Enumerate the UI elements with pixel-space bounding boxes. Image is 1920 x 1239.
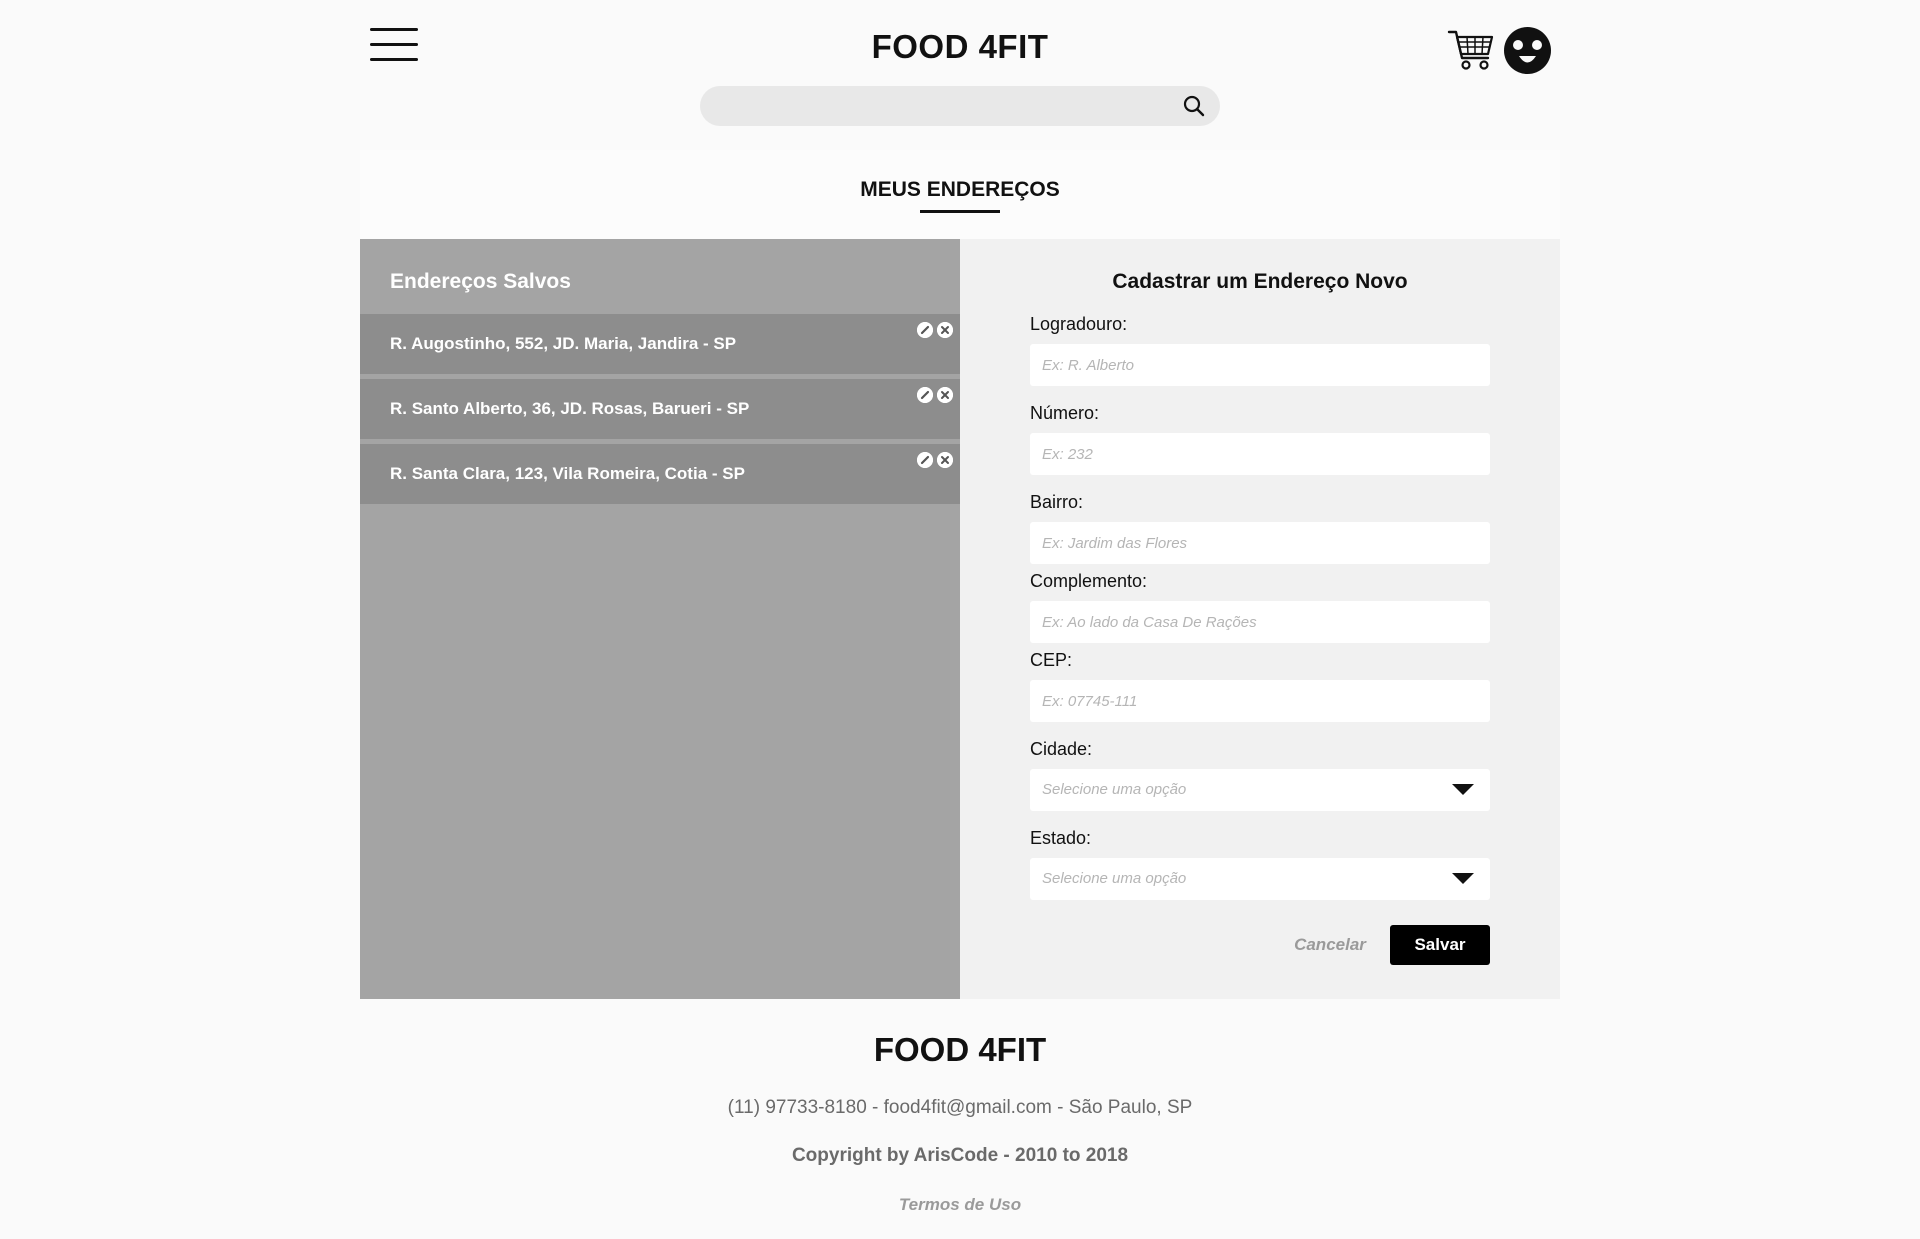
edit-icon[interactable] xyxy=(917,452,933,468)
numero-label: Número: xyxy=(1030,403,1100,423)
cidade-select[interactable]: Selecione uma opção xyxy=(1030,769,1490,811)
terms-link[interactable]: Termos de Uso xyxy=(0,1195,1920,1215)
cart-icon[interactable] xyxy=(1447,28,1495,72)
footer-copyright: Copyright by ArisCode - 2010 to 2018 xyxy=(791,1145,1129,1166)
numero-input[interactable] xyxy=(1030,433,1490,475)
address-text: R. Santo Alberto, 36, JD. Rosas, Barueri… xyxy=(390,399,750,418)
search-icon[interactable] xyxy=(1182,94,1206,118)
saved-addresses-panel: Endereços Salvos R. Augostinho, 552, JD.… xyxy=(360,239,960,999)
complemento-input[interactable] xyxy=(1030,601,1490,643)
footer-contact: (11) 97733-8180 - food4fit@gmail.com - S… xyxy=(727,1097,1193,1118)
address-text: R. Augostinho, 552, JD. Maria, Jandira -… xyxy=(390,334,737,353)
address-item[interactable]: R. Santa Clara, 123, Vila Romeira, Cotia… xyxy=(360,444,960,504)
bairro-label: Bairro: xyxy=(1030,492,1084,512)
address-text: R. Santa Clara, 123, Vila Romeira, Cotia… xyxy=(390,464,745,483)
complemento-label: Complemento: xyxy=(1030,571,1148,591)
avatar-icon[interactable] xyxy=(1504,27,1551,74)
chevron-down-icon xyxy=(1452,873,1474,884)
new-address-form: Cadastrar um Endereço Novo Logradouro: N… xyxy=(960,239,1560,999)
logradouro-label: Logradouro: xyxy=(1030,314,1128,334)
address-item[interactable]: R. Santo Alberto, 36, JD. Rosas, Barueri… xyxy=(360,379,960,439)
brand-logo: FOOD 4FIT xyxy=(871,28,1049,65)
title-underline xyxy=(920,210,1000,213)
chevron-down-icon xyxy=(1452,784,1474,795)
delete-icon[interactable] xyxy=(937,322,953,338)
saved-addresses-title: Endereços Salvos xyxy=(390,270,571,293)
main-content: MEUS ENDEREÇOS Endereços Salvos R. Augos… xyxy=(360,150,1560,999)
cidade-select-value: Selecione uma opção xyxy=(1042,781,1187,798)
edit-icon[interactable] xyxy=(917,322,933,338)
footer: FOOD 4FIT (11) 97733-8180 - food4fit@gma… xyxy=(0,999,1920,1239)
search-bar xyxy=(700,86,1220,126)
search-input[interactable] xyxy=(720,86,1160,126)
delete-icon[interactable] xyxy=(937,387,953,403)
save-button[interactable]: Salvar xyxy=(1390,925,1490,965)
cidade-label: Cidade: xyxy=(1030,739,1093,759)
page-title: MEUS ENDEREÇOS xyxy=(860,178,1060,201)
header: FOOD 4FIT xyxy=(0,0,1920,150)
cep-label: CEP: xyxy=(1030,650,1073,670)
edit-icon[interactable] xyxy=(917,387,933,403)
address-item[interactable]: R. Augostinho, 552, JD. Maria, Jandira -… xyxy=(360,314,960,374)
footer-brand: FOOD 4FIT xyxy=(873,1031,1047,1068)
estado-select-value: Selecione uma opção xyxy=(1042,870,1187,887)
bairro-input[interactable] xyxy=(1030,522,1490,564)
cancel-button[interactable]: Cancelar xyxy=(1290,925,1370,965)
cep-input[interactable] xyxy=(1030,680,1490,722)
estado-label: Estado: xyxy=(1030,828,1092,848)
estado-select[interactable]: Selecione uma opção xyxy=(1030,858,1490,900)
delete-icon[interactable] xyxy=(937,452,953,468)
logradouro-input[interactable] xyxy=(1030,344,1490,386)
form-title: Cadastrar um Endereço Novo xyxy=(1112,270,1408,293)
